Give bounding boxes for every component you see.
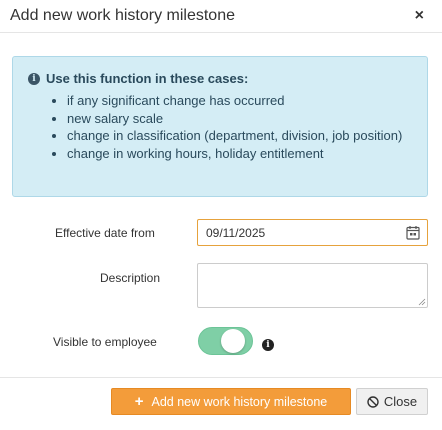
calendar-icon[interactable] <box>406 225 420 240</box>
visible-to-employee-toggle[interactable] <box>198 327 253 355</box>
info-list: if any significant change has occurred n… <box>53 92 412 162</box>
info-title-row: i Use this function in these cases: <box>28 71 248 86</box>
close-button[interactable]: Close <box>356 388 428 415</box>
plus-icon: + <box>134 393 144 410</box>
resize-grip-icon[interactable] <box>418 298 426 306</box>
dialog-title: Add new work history milestone <box>10 7 235 24</box>
effective-date-input[interactable]: 09/11/2025 <box>197 219 428 246</box>
info-list-item: if any significant change has occurred <box>67 92 412 110</box>
effective-date-label: Effective date from <box>55 226 155 240</box>
info-circle-icon: i <box>28 72 40 85</box>
footer-divider <box>0 377 442 378</box>
info-box: i Use this function in these cases: if a… <box>12 56 428 197</box>
info-list-item: change in classification (department, di… <box>67 127 412 145</box>
info-title: Use this function in these cases: <box>46 71 249 86</box>
dialog-header: Add new work history milestone × <box>0 0 442 33</box>
close-button-label: Close <box>383 394 418 409</box>
description-textarea[interactable] <box>197 263 428 308</box>
add-milestone-button[interactable]: + Add new work history milestone <box>111 388 351 415</box>
visible-to-employee-label: Visible to employee <box>53 335 157 349</box>
add-milestone-dialog: Add new work history milestone × i Use t… <box>0 0 442 430</box>
info-list-item: new salary scale <box>67 110 412 128</box>
add-milestone-button-label: Add new work history milestone <box>151 394 328 409</box>
ban-icon <box>367 395 379 408</box>
info-list-item: change in working hours, holiday entitle… <box>67 145 412 163</box>
effective-date-value: 09/11/2025 <box>206 226 266 240</box>
close-icon[interactable]: × <box>415 7 424 25</box>
info-icon[interactable]: i <box>262 339 274 351</box>
toggle-knob <box>221 329 245 353</box>
description-label: Description <box>100 271 161 285</box>
